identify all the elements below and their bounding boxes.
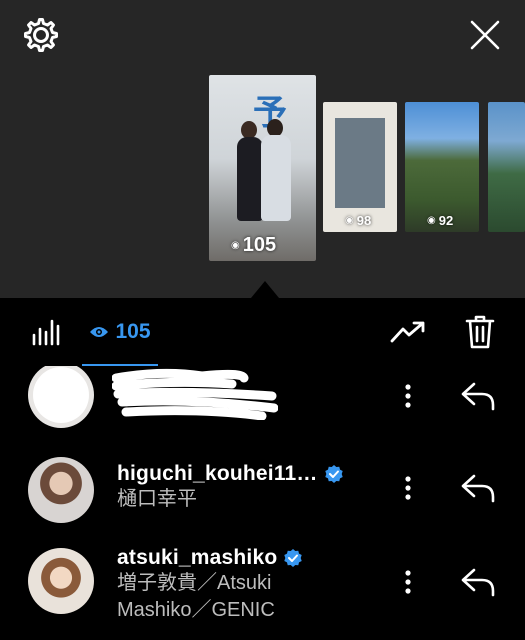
stats-button[interactable] — [28, 314, 64, 350]
story-view-count-value: 98 — [356, 213, 372, 228]
viewer-count: 105 — [115, 320, 151, 343]
viewers-tab[interactable]: 105 — [82, 298, 158, 366]
trash-icon — [465, 315, 495, 349]
insights-button[interactable] — [388, 314, 428, 350]
avatar[interactable] — [28, 457, 94, 523]
story-thumbnail[interactable] — [488, 102, 525, 232]
story-view-count: ◉ 92 — [427, 213, 453, 228]
story-view-count: ◉ 98 — [345, 213, 371, 228]
story-thumbnail-strip: 予 ◉ 105 ◉ 98 ◉ 92 — [0, 72, 525, 262]
viewer-fullname-line1: 増子敦貴／Atsuki — [117, 572, 272, 594]
standee-figure-left — [237, 137, 263, 221]
eye-icon: ◉ — [345, 215, 354, 226]
more-options-button[interactable] — [396, 564, 420, 600]
more-vertical-icon — [405, 384, 411, 408]
standee-figure-right — [261, 135, 291, 221]
eye-icon — [90, 327, 109, 337]
viewer-row[interactable]: higuchi_kouhei11… 樋口幸平 — [0, 454, 525, 528]
viewer-fullname: 樋口幸平 — [117, 488, 197, 510]
reply-arrow-icon — [461, 382, 495, 411]
gear-icon — [24, 18, 58, 52]
avatar[interactable] — [28, 548, 94, 614]
viewer-toolbar: 105 — [0, 298, 525, 366]
verified-badge-icon — [324, 465, 343, 483]
eye-icon: ◉ — [427, 215, 436, 226]
poster-character: 予 — [253, 94, 287, 132]
story-view-count-value: 105 — [242, 234, 277, 256]
viewer-list: higuchi_kouhei11… 樋口幸平 atsuki_mashiko 増子… — [0, 366, 525, 640]
verified-badge-icon — [284, 549, 303, 567]
viewer-names: atsuki_mashiko 増子敦貴／Atsuki Mashiko／GENIC — [117, 546, 303, 624]
story-thumbnail-selected[interactable]: 予 ◉ 105 — [209, 75, 316, 261]
story-view-count: ◉ 105 — [231, 234, 276, 257]
username-text: higuchi_kouhei11… — [117, 462, 318, 485]
bar-chart-icon — [32, 319, 60, 346]
trending-up-icon — [390, 321, 425, 343]
viewer-names: higuchi_kouhei11… 樋口幸平 — [117, 462, 344, 512]
viewer-username[interactable]: atsuki_mashiko — [117, 546, 303, 570]
close-icon — [470, 20, 500, 50]
selected-story-pointer — [251, 281, 279, 298]
viewer-row[interactable]: atsuki_mashiko 増子敦貴／Atsuki Mashiko／GENIC — [0, 542, 525, 638]
reply-arrow-icon — [461, 568, 495, 597]
username-text: atsuki_mashiko — [117, 546, 278, 569]
redacted-avatar-scribble — [33, 367, 89, 423]
more-options-button[interactable] — [396, 378, 420, 414]
story-preview-area: 予 ◉ 105 ◉ 98 ◉ 92 — [0, 0, 525, 298]
story-view-count-value: 92 — [438, 213, 454, 228]
reply-button[interactable] — [458, 468, 498, 508]
close-button[interactable] — [464, 14, 506, 56]
redacted-name-scribble — [112, 368, 278, 420]
reply-arrow-icon — [461, 474, 495, 503]
more-vertical-icon — [405, 570, 411, 594]
more-vertical-icon — [405, 476, 411, 500]
eye-icon: ◉ — [231, 240, 240, 251]
viewer-row[interactable] — [0, 366, 525, 428]
reply-button[interactable] — [458, 562, 498, 602]
photo-collage — [335, 118, 385, 208]
avatar[interactable] — [28, 366, 94, 428]
story-thumbnail[interactable]: ◉ 92 — [405, 102, 479, 232]
viewer-username[interactable]: higuchi_kouhei11… — [117, 462, 344, 486]
viewer-fullname-line2: Mashiko／GENIC — [117, 599, 275, 621]
more-options-button[interactable] — [396, 470, 420, 506]
settings-button[interactable] — [20, 14, 62, 56]
delete-button[interactable] — [460, 312, 500, 352]
story-thumbnail[interactable]: ◉ 98 — [323, 102, 397, 232]
reply-button[interactable] — [458, 376, 498, 416]
